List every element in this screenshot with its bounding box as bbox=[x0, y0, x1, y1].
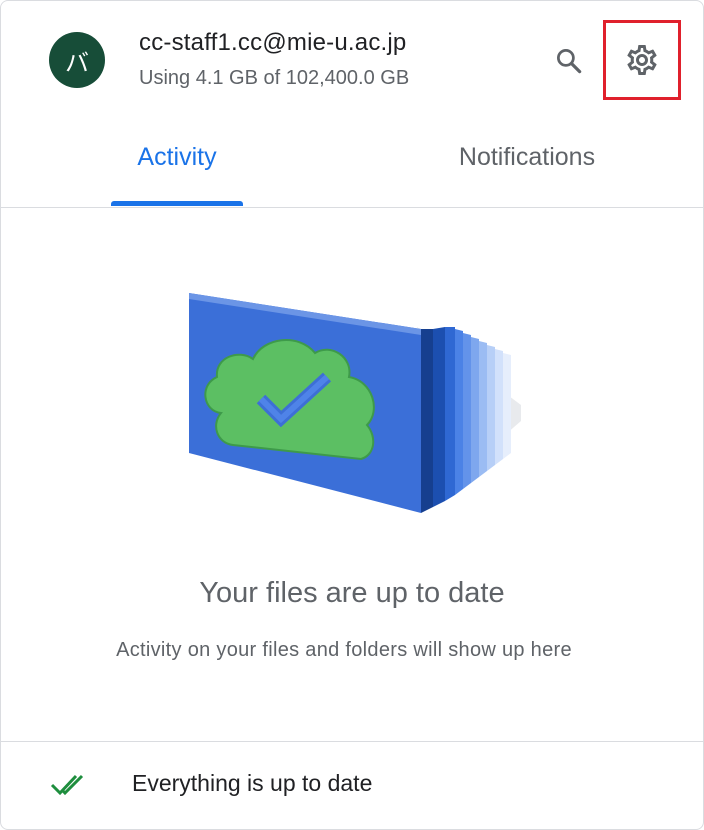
gear-icon bbox=[627, 45, 657, 75]
account-header: バ cc-staff1.cc@mie-u.ac.jp Using 4.1 GB … bbox=[1, 1, 703, 121]
double-check-icon bbox=[50, 774, 84, 796]
tab-selected-indicator bbox=[111, 201, 243, 206]
search-button[interactable] bbox=[545, 37, 593, 85]
tab-notifications[interactable]: Notifications bbox=[421, 121, 633, 207]
cloud-check-illustration bbox=[189, 293, 521, 513]
tab-activity-label: Activity bbox=[137, 143, 217, 171]
empty-state-title: Your files are up to date bbox=[199, 577, 505, 609]
storage-usage: Using 4.1 GB of 102,400.0 GB bbox=[139, 67, 410, 89]
tab-notifications-label: Notifications bbox=[458, 143, 596, 171]
avatar[interactable]: バ bbox=[49, 32, 105, 88]
tab-activity[interactable]: Activity bbox=[101, 121, 253, 207]
sync-status-bar: Everything is up to date bbox=[1, 741, 703, 829]
settings-button[interactable] bbox=[603, 20, 681, 100]
tab-bar: Activity Notifications bbox=[1, 121, 703, 208]
sync-status-text: Everything is up to date bbox=[132, 770, 373, 796]
empty-state-subtitle: Activity on your files and folders will … bbox=[116, 639, 572, 661]
search-icon bbox=[557, 49, 582, 74]
account-email: cc-staff1.cc@mie-u.ac.jp bbox=[139, 29, 407, 56]
avatar-initial: バ bbox=[65, 48, 89, 77]
drive-activity-panel: バ cc-staff1.cc@mie-u.ac.jp Using 4.1 GB … bbox=[0, 0, 704, 830]
